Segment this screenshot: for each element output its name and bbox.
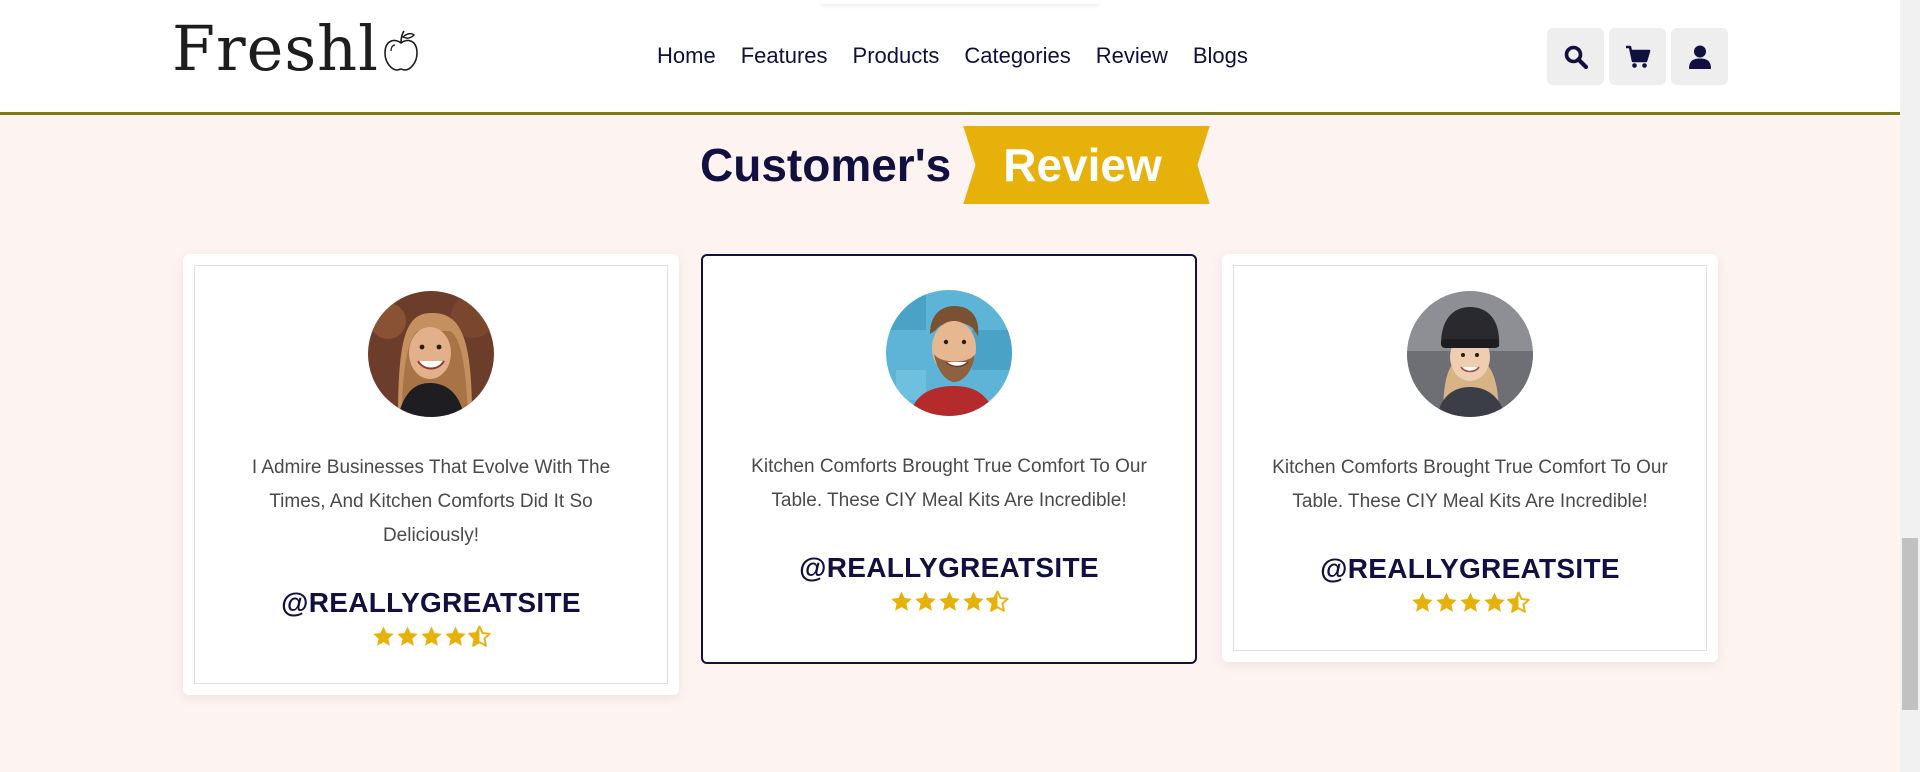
apple-icon — [384, 30, 418, 71]
star-full-icon — [1411, 592, 1433, 612]
review-handle: @REALLYGREATSITE — [1320, 553, 1620, 584]
customer-photo-2 — [886, 290, 1012, 416]
star-half-icon — [985, 590, 1009, 612]
nav-categories[interactable]: Categories — [964, 43, 1070, 69]
star-full-icon — [444, 626, 466, 646]
star-full-icon — [1483, 592, 1505, 612]
customer-photo-3 — [1407, 291, 1533, 417]
star-full-icon — [938, 591, 960, 611]
star-half-icon — [467, 625, 491, 647]
avatar — [368, 291, 494, 417]
review-card-3: Kitchen Comforts Brought True Comfort To… — [1222, 254, 1718, 662]
section-title: Customer's Review — [700, 126, 1210, 204]
rating-stars — [1411, 591, 1530, 614]
review-card-inner: Kitchen Comforts Brought True Comfort To… — [712, 265, 1186, 653]
star-full-icon — [1435, 592, 1457, 612]
brand-name: Freshl — [172, 11, 379, 85]
avatar — [886, 290, 1012, 416]
review-handle: @REALLYGREATSITE — [799, 552, 1099, 583]
star-full-icon — [372, 626, 394, 646]
scrollbar-thumb[interactable] — [1902, 538, 1918, 710]
nav-review[interactable]: Review — [1096, 43, 1168, 69]
user-icon — [1688, 45, 1711, 69]
section-title-ribbon: Review — [963, 126, 1210, 204]
nav-features[interactable]: Features — [741, 43, 828, 69]
review-quote: Kitchen Comforts Brought True Comfort To… — [751, 456, 1147, 511]
review-card-inner: Kitchen Comforts Brought True Comfort To… — [1233, 265, 1707, 651]
star-full-icon — [420, 626, 442, 646]
review-card-2: Kitchen Comforts Brought True Comfort To… — [701, 254, 1197, 664]
user-button[interactable] — [1671, 28, 1728, 85]
star-full-icon — [396, 626, 418, 646]
star-full-icon — [1459, 592, 1481, 612]
cart-button[interactable] — [1609, 28, 1666, 85]
header-notch — [820, 0, 1100, 4]
section-title-main: Customer's — [700, 139, 952, 191]
brand-logo[interactable]: Freshl — [172, 11, 421, 85]
search-button[interactable] — [1547, 28, 1604, 85]
review-handle: @REALLYGREATSITE — [281, 587, 581, 618]
review-card-1: I Admire Businesses That Evolve With The… — [183, 254, 679, 695]
review-quote: Kitchen Comforts Brought True Comfort To… — [1272, 457, 1668, 512]
star-full-icon — [962, 591, 984, 611]
star-half-icon — [1506, 591, 1530, 613]
rating-stars — [890, 590, 1009, 613]
cart-icon — [1625, 45, 1650, 68]
star-full-icon — [914, 591, 936, 611]
rating-stars — [372, 625, 491, 648]
star-full-icon — [890, 591, 912, 611]
review-quote: I Admire Businesses That Evolve With The… — [251, 457, 611, 546]
customer-photo-1 — [368, 291, 494, 417]
nav-blogs[interactable]: Blogs — [1193, 43, 1248, 69]
avatar — [1407, 291, 1533, 417]
review-card-inner: I Admire Businesses That Evolve With The… — [194, 265, 668, 684]
site-header: Freshl Home Features Products Categories… — [0, 0, 1900, 115]
nav-home[interactable]: Home — [657, 43, 716, 69]
main-nav: Home Features Products Categories Review… — [657, 36, 1248, 76]
search-icon — [1564, 45, 1588, 69]
nav-products[interactable]: Products — [853, 43, 940, 69]
